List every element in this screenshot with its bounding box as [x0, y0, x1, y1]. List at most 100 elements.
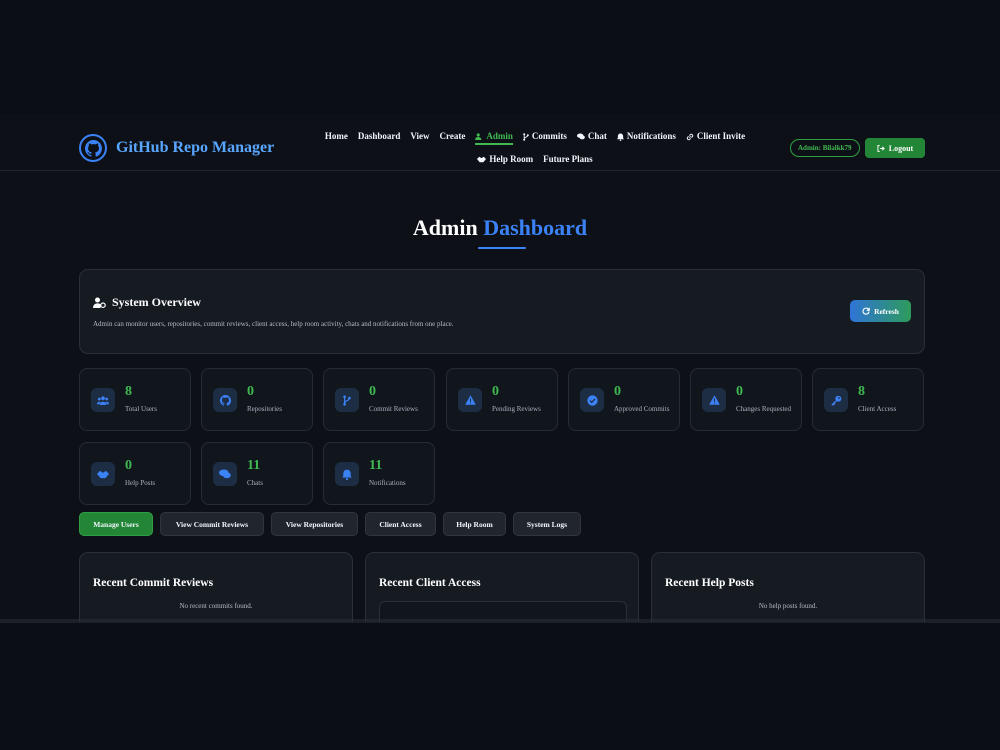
panel-title: Recent Client Access	[379, 577, 481, 589]
nav-label: Client Invite	[696, 131, 746, 141]
stat-label: Changes Requested	[736, 405, 792, 413]
stat-value: 0	[736, 384, 743, 399]
nav-label: Commits	[531, 131, 567, 141]
stat-label: Repositories	[247, 405, 282, 413]
stat-card-help-posts[interactable]: 0 Help Posts	[79, 442, 191, 505]
stat-value: 0	[492, 384, 499, 399]
nav-dashboard[interactable]: Dashboard	[358, 130, 401, 153]
branch-icon	[335, 388, 359, 412]
stat-card-notifications[interactable]: 11 Notifications	[323, 442, 435, 505]
refresh-button[interactable]: Refresh	[850, 300, 911, 322]
nav-help-room[interactable]: Help Room	[477, 153, 533, 176]
users-icon	[91, 388, 115, 412]
nav-label: View	[410, 131, 430, 141]
nav-chat[interactable]: Chat	[576, 130, 607, 153]
main-nav: Home Dashboard View Create Admin Commits…	[300, 130, 770, 176]
stat-card-client-access[interactable]: 8 Client Access	[812, 368, 924, 431]
help-room-button[interactable]: Help Room	[443, 512, 506, 536]
check-circle-icon	[580, 388, 604, 412]
manage-users-button[interactable]: Manage Users	[79, 512, 153, 536]
client-access-button[interactable]: Client Access	[365, 512, 436, 536]
handshake-icon	[91, 462, 115, 486]
overview-title: System Overview	[112, 295, 201, 309]
page-title-accent: Dashboard	[483, 215, 588, 240]
stat-label: Pending Reviews	[492, 405, 541, 413]
nav-view[interactable]: View	[410, 130, 429, 153]
nav-label: Create	[439, 131, 466, 141]
stat-value: 0	[369, 384, 376, 399]
user-cog-icon	[93, 297, 106, 308]
stat-value: 0	[247, 384, 254, 399]
nav-notifications[interactable]: Notifications	[616, 130, 676, 153]
stat-card-repositories[interactable]: 0 Repositories	[201, 368, 313, 431]
stat-value: 11	[247, 458, 261, 473]
page-title-main: Admin	[412, 215, 478, 240]
page-cutoff-strip	[0, 619, 1000, 623]
key-icon	[824, 388, 848, 412]
brand[interactable]: GitHub Repo Manager	[79, 134, 274, 162]
stat-label: Help Posts	[125, 479, 156, 487]
brand-title: GitHub Repo Manager	[116, 139, 275, 156]
github-icon	[213, 388, 237, 412]
logout-label: Logout	[888, 143, 914, 153]
stat-value: 8	[125, 384, 132, 399]
stat-label: Chats	[247, 479, 263, 487]
nav-client-invite[interactable]: Client Invite	[686, 130, 745, 153]
bell-icon	[335, 462, 359, 486]
admin-user-badge: Admin: Bilalkk79	[790, 139, 860, 157]
warning-icon	[702, 388, 726, 412]
nav-future-plans[interactable]: Future Plans	[543, 153, 593, 176]
handshake-icon	[477, 156, 487, 163]
comments-icon	[576, 133, 585, 140]
stat-value: 0	[125, 458, 132, 473]
nav-label: Notifications	[626, 131, 676, 141]
nav-admin[interactable]: Admin	[475, 130, 513, 145]
stat-value: 0	[614, 384, 621, 399]
warning-icon	[458, 388, 482, 412]
stat-value: 8	[858, 384, 865, 399]
nav-label: Admin	[486, 131, 513, 141]
nav-create[interactable]: Create	[440, 130, 466, 153]
stat-card-changes-requested[interactable]: 0 Changes Requested	[690, 368, 802, 431]
top-navbar: GitHub Repo Manager Home Dashboard View …	[0, 114, 1000, 171]
github-logo-icon	[79, 134, 107, 162]
sign-out-icon	[877, 144, 885, 152]
overview-description: Admin can monitor users, repositories, c…	[93, 320, 454, 328]
view-repositories-button[interactable]: View Repositories	[271, 512, 358, 536]
overview-header: System Overview	[93, 295, 201, 310]
stat-card-commit-reviews[interactable]: 0 Commit Reviews	[323, 368, 435, 431]
panel-title: Recent Help Posts	[665, 577, 754, 589]
system-overview-card: System Overview Admin can monitor users,…	[79, 269, 925, 354]
refresh-icon	[862, 307, 870, 315]
panel-title: Recent Commit Reviews	[93, 577, 214, 589]
nav-label: Chat	[587, 131, 607, 141]
stat-label: Notifications	[369, 479, 406, 487]
panel-empty-message: No recent commits found.	[179, 602, 253, 610]
stat-card-total-users[interactable]: 8 Total Users	[79, 368, 191, 431]
system-logs-button[interactable]: System Logs	[513, 512, 581, 536]
logout-button[interactable]: Logout	[865, 138, 925, 158]
nav-label: Dashboard	[357, 131, 401, 141]
stat-card-pending-reviews[interactable]: 0 Pending Reviews	[446, 368, 558, 431]
nav-label: Help Room	[489, 154, 534, 164]
recent-help-posts-panel: Recent Help Posts No help posts found.	[651, 552, 925, 622]
stat-value: 11	[369, 458, 383, 473]
view-commit-reviews-button[interactable]: View Commit Reviews	[160, 512, 264, 536]
app-window: GitHub Repo Manager Home Dashboard View …	[0, 114, 1000, 622]
link-icon	[686, 133, 694, 141]
user-cog-icon	[475, 133, 482, 140]
stat-card-approved-commits[interactable]: 0 Approved Commits	[568, 368, 680, 431]
nav-home[interactable]: Home	[325, 130, 348, 153]
stat-label: Approved Commits	[614, 405, 670, 413]
title-underline	[478, 247, 526, 249]
stat-card-chats[interactable]: 11 Chats	[201, 442, 313, 505]
nav-commits[interactable]: Commits	[523, 130, 567, 153]
page-title: Admin Dashboard	[0, 215, 1000, 241]
stat-label: Client Access	[858, 405, 897, 413]
refresh-label: Refresh	[874, 306, 899, 316]
recent-client-access-panel: Recent Client Access	[365, 552, 639, 622]
nav-label: Future Plans	[543, 154, 593, 164]
stat-label: Commit Reviews	[369, 405, 418, 413]
branch-icon	[523, 133, 529, 141]
recent-commit-reviews-panel: Recent Commit Reviews No recent commits …	[79, 552, 353, 622]
